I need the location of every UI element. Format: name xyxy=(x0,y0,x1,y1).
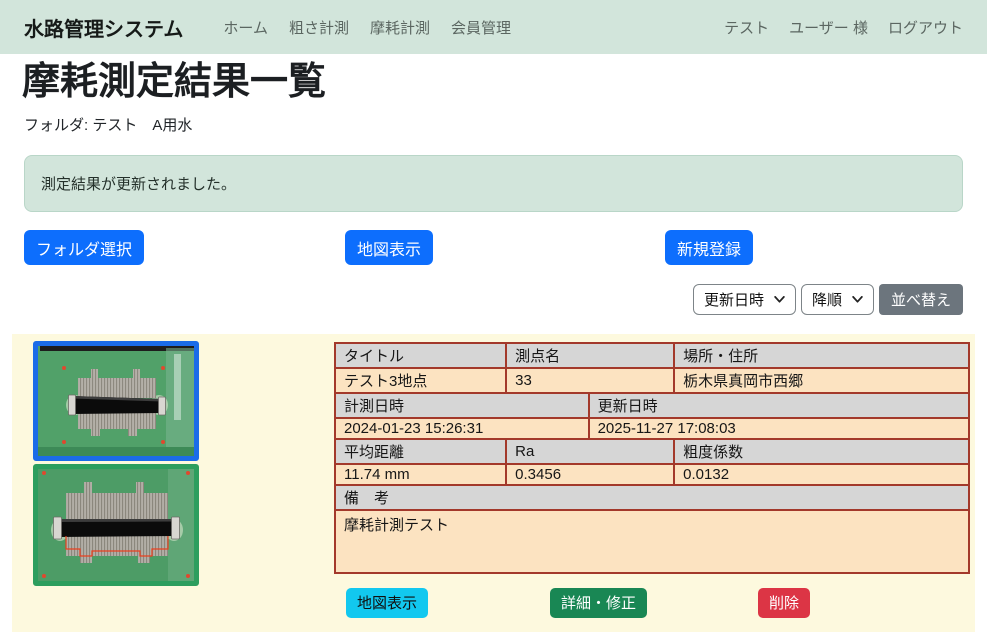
value-roughness-coeff: 0.0132 xyxy=(674,464,969,485)
sort-order-value: 降順 xyxy=(812,289,842,310)
actions-row: フォルダ選択 地図表示 新規登録 xyxy=(0,230,987,265)
nav-wear-measure[interactable]: 摩耗計測 xyxy=(370,17,430,38)
header-ra: Ra xyxy=(506,439,674,464)
table-row: 平均距離 Ra 粗度係数 xyxy=(335,439,969,464)
table-row: タイトル 測点名 場所・住所 xyxy=(335,343,969,368)
header-roughness-coeff: 粗度係数 xyxy=(674,439,969,464)
value-avg-distance: 11.74 mm xyxy=(335,464,506,485)
value-remarks: 摩耗計測テスト xyxy=(335,510,969,573)
header-avg-distance: 平均距離 xyxy=(335,439,506,464)
header-location: 場所・住所 xyxy=(674,343,969,368)
value-title: テスト3地点 xyxy=(335,368,506,393)
record-delete-button[interactable]: 削除 xyxy=(758,588,810,618)
table-row: 計測日時 更新日時 xyxy=(335,393,969,418)
folder-label: フォルダ: テスト A用水 xyxy=(0,114,987,135)
contour-gauge-photo-selected xyxy=(38,346,194,456)
header-remarks: 備 考 xyxy=(335,485,969,510)
record-edit-button[interactable]: 詳細・修正 xyxy=(550,588,647,618)
chevron-down-icon xyxy=(774,296,785,303)
nav-roughness-measure[interactable]: 粗さ計測 xyxy=(289,17,349,38)
contour-gauge-photo xyxy=(38,469,194,581)
header-point-name: 測点名 xyxy=(506,343,674,368)
navbar: 水路管理システム ホーム 粗さ計測 摩耗計測 会員管理 テスト ユーザー 様 ロ… xyxy=(0,0,987,54)
sort-order-select[interactable]: 降順 xyxy=(801,284,874,315)
sort-field-value: 更新日時 xyxy=(704,289,764,310)
value-updated-at: 2025-11-27 17:08:03 xyxy=(589,418,969,439)
nav-logout[interactable]: ログアウト xyxy=(888,17,963,38)
nav-member-admin[interactable]: 会員管理 xyxy=(451,17,511,38)
measurement-photo-selected[interactable] xyxy=(33,341,199,461)
table-row: 11.74 mm 0.3456 0.0132 xyxy=(335,464,969,485)
header-updated-at: 更新日時 xyxy=(589,393,969,418)
update-success-alert: 測定結果が更新されました。 xyxy=(24,155,963,212)
record-table: タイトル 測点名 場所・住所 テスト3地点 33 栃木県真岡市西郷 計測日時 更… xyxy=(334,342,970,574)
nav-user-name[interactable]: ユーザー 様 xyxy=(789,17,868,38)
measurement-result-panel: タイトル 測点名 場所・住所 テスト3地点 33 栃木県真岡市西郷 計測日時 更… xyxy=(12,334,975,632)
value-location: 栃木県真岡市西郷 xyxy=(674,368,969,393)
value-ra: 0.3456 xyxy=(506,464,674,485)
sort-field-select[interactable]: 更新日時 xyxy=(693,284,796,315)
table-row: テスト3地点 33 栃木県真岡市西郷 xyxy=(335,368,969,393)
measurement-photo[interactable] xyxy=(33,464,199,586)
nav-links: ホーム 粗さ計測 摩耗計測 会員管理 xyxy=(223,17,511,38)
header-measured-at: 計測日時 xyxy=(335,393,589,418)
sort-apply-button[interactable]: 並べ替え xyxy=(879,284,963,315)
sort-controls: 更新日時 降順 並べ替え xyxy=(24,284,963,315)
table-row: 2024-01-23 15:26:31 2025-11-27 17:08:03 xyxy=(335,418,969,439)
value-point-name: 33 xyxy=(506,368,674,393)
table-row: 摩耗計測テスト xyxy=(335,510,969,573)
nav-home[interactable]: ホーム xyxy=(223,17,268,38)
show-map-button[interactable]: 地図表示 xyxy=(345,230,433,265)
app-brand[interactable]: 水路管理システム xyxy=(24,13,183,42)
chevron-down-icon xyxy=(852,296,863,303)
folder-select-button[interactable]: フォルダ選択 xyxy=(24,230,144,265)
nav-right: テスト ユーザー 様 ログアウト xyxy=(724,17,963,38)
page-title: 摩耗測定結果一覧 xyxy=(0,59,987,107)
value-measured-at: 2024-01-23 15:26:31 xyxy=(335,418,589,439)
header-title: タイトル xyxy=(335,343,506,368)
table-row: 備 考 xyxy=(335,485,969,510)
record-map-button[interactable]: 地図表示 xyxy=(346,588,428,618)
register-new-button[interactable]: 新規登録 xyxy=(665,230,753,265)
nav-account-test[interactable]: テスト xyxy=(724,17,769,38)
